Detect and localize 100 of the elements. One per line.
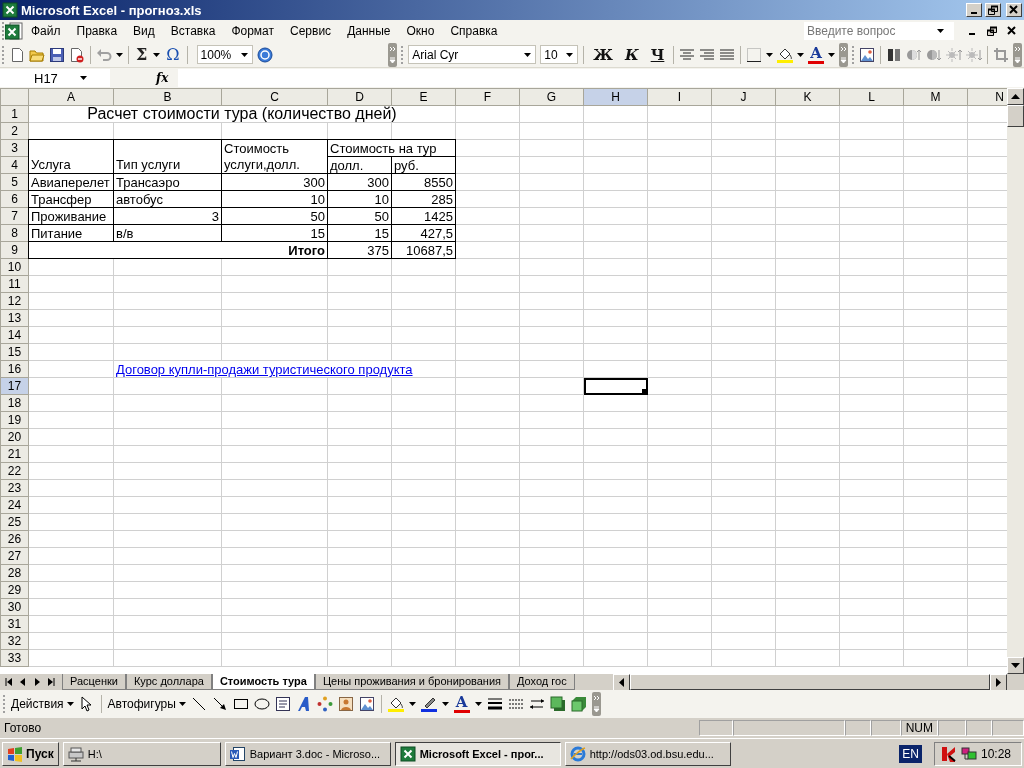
down-arrow-icon[interactable] bbox=[1011, 663, 1020, 668]
font-color-button[interactable]: A bbox=[453, 695, 470, 713]
taskbar-button[interactable]: http://ods03.od.bsu.edu... bbox=[564, 741, 731, 766]
line-color-icon[interactable] bbox=[420, 696, 437, 712]
right-arrow-icon[interactable] bbox=[996, 678, 1001, 687]
active-cell[interactable] bbox=[583, 377, 648, 395]
close-icon[interactable] bbox=[1007, 26, 1017, 36]
caret-icon[interactable] bbox=[116, 52, 123, 57]
fill-color-icon[interactable] bbox=[387, 696, 404, 712]
name-box[interactable]: H17 bbox=[0, 69, 110, 87]
language-indicator[interactable]: EN bbox=[899, 744, 922, 763]
caret-icon[interactable] bbox=[474, 702, 482, 706]
previous-sheet-icon[interactable] bbox=[18, 676, 28, 688]
font-dropdown[interactable]: Arial Cyr bbox=[408, 45, 537, 64]
justify-icon[interactable] bbox=[719, 46, 736, 63]
column-header[interactable]: G bbox=[519, 88, 584, 106]
menu-item[interactable]: Вид bbox=[125, 22, 163, 40]
sheet-tab[interactable]: Курс доллара bbox=[125, 674, 212, 690]
line-icon[interactable] bbox=[190, 696, 207, 712]
caret-icon[interactable] bbox=[828, 52, 835, 57]
crop-icon[interactable] bbox=[993, 46, 1009, 63]
network-icon[interactable] bbox=[960, 745, 977, 762]
fill-handle[interactable] bbox=[642, 389, 647, 394]
italic-button[interactable]: К bbox=[621, 44, 643, 65]
scroll-thumb[interactable] bbox=[1007, 105, 1024, 127]
sheet-tab[interactable]: Доход гос bbox=[509, 674, 575, 690]
align-right-icon[interactable] bbox=[699, 46, 716, 63]
column-header[interactable]: F bbox=[455, 88, 520, 106]
column-header[interactable]: B bbox=[113, 88, 222, 106]
browser-icon[interactable] bbox=[569, 745, 586, 762]
menu-item[interactable]: Сервис bbox=[282, 22, 340, 40]
word-document-icon[interactable] bbox=[229, 745, 246, 762]
text-box-icon[interactable] bbox=[274, 696, 291, 712]
autoshapes-menu[interactable]: Автофигуры bbox=[107, 697, 186, 711]
menu-item[interactable]: Данные bbox=[339, 22, 399, 40]
column-header[interactable]: E bbox=[391, 88, 456, 106]
actions-menu[interactable]: Действия bbox=[11, 697, 74, 711]
bold-button[interactable]: Ж bbox=[589, 44, 617, 65]
zoom-dropdown[interactable]: 100% bbox=[196, 45, 253, 64]
menu-item[interactable]: Окно bbox=[398, 22, 443, 40]
column-header[interactable]: M bbox=[903, 88, 968, 106]
taskbar-button[interactable]: H:\ bbox=[62, 741, 221, 766]
scroll-thumb[interactable] bbox=[630, 674, 990, 690]
taskbar-button[interactable]: Вариант 3.doc - Microso... bbox=[224, 741, 391, 766]
borders-icon[interactable] bbox=[746, 46, 763, 63]
column-header[interactable]: K bbox=[775, 88, 840, 106]
insert-picture-icon[interactable] bbox=[358, 696, 375, 712]
help-icon[interactable] bbox=[256, 46, 273, 63]
up-arrow-icon[interactable] bbox=[1011, 94, 1020, 99]
hyperlink[interactable]: Договор купли-продажи туристического продукта bbox=[113, 360, 456, 378]
autosum-button[interactable]: Σ bbox=[134, 44, 150, 65]
toolbar-options-icon[interactable] bbox=[1013, 42, 1022, 67]
wordart-icon[interactable] bbox=[295, 696, 312, 712]
spreadsheet-icon[interactable] bbox=[399, 745, 416, 762]
restore-icon[interactable] bbox=[987, 26, 997, 36]
toolbar-options-icon[interactable] bbox=[591, 692, 601, 716]
rectangle-icon[interactable] bbox=[232, 696, 249, 712]
arrow-icon[interactable] bbox=[211, 696, 228, 712]
caret-icon[interactable] bbox=[153, 52, 161, 57]
caret-icon[interactable] bbox=[797, 52, 805, 57]
insert-function-button[interactable]: fx bbox=[152, 71, 173, 85]
oval-icon[interactable] bbox=[253, 696, 270, 712]
underline-button[interactable]: Ч bbox=[646, 44, 669, 65]
taskbar-button[interactable]: Microsoft Excel - прог... bbox=[394, 741, 561, 766]
column-header[interactable]: C bbox=[221, 88, 328, 106]
column-header[interactable]: D bbox=[327, 88, 392, 106]
align-center-icon[interactable] bbox=[679, 46, 696, 63]
sheet-tab[interactable]: Расценки bbox=[62, 674, 126, 690]
caret-icon[interactable] bbox=[178, 702, 186, 706]
caret-icon[interactable] bbox=[441, 702, 449, 706]
scroll-down-button[interactable] bbox=[1007, 657, 1024, 674]
column-header[interactable]: L bbox=[839, 88, 904, 106]
first-sheet-icon[interactable] bbox=[4, 676, 14, 688]
sheet-tab[interactable]: Цены проживания и бронирования bbox=[314, 674, 510, 690]
scroll-up-button[interactable] bbox=[1007, 88, 1024, 105]
windows-flag-icon[interactable] bbox=[7, 745, 23, 762]
dash-style-icon[interactable] bbox=[507, 696, 524, 712]
fill-color-icon[interactable] bbox=[777, 46, 794, 63]
shadow-icon[interactable] bbox=[549, 696, 566, 712]
caret-icon[interactable] bbox=[408, 702, 416, 706]
network-drive-icon[interactable] bbox=[67, 745, 84, 762]
new-document-icon[interactable] bbox=[9, 46, 25, 63]
menu-item[interactable]: Справка bbox=[442, 22, 506, 40]
caret-icon[interactable] bbox=[66, 702, 74, 706]
caret-icon[interactable] bbox=[766, 52, 774, 57]
next-sheet-icon[interactable] bbox=[32, 676, 42, 688]
color-icon[interactable] bbox=[886, 46, 902, 63]
insert-picture-icon[interactable] bbox=[859, 46, 875, 63]
diagram-icon[interactable] bbox=[316, 696, 333, 712]
column-header[interactable]: N bbox=[967, 88, 1007, 106]
arrow-style-icon[interactable] bbox=[528, 696, 545, 712]
left-arrow-icon[interactable] bbox=[619, 678, 624, 687]
symbol-button[interactable]: Ω bbox=[164, 44, 182, 65]
clipart-icon[interactable] bbox=[337, 696, 354, 712]
column-header[interactable]: J bbox=[711, 88, 776, 106]
help-search-field[interactable]: Введите вопрос bbox=[804, 22, 954, 40]
column-header[interactable]: I bbox=[647, 88, 712, 106]
menu-item[interactable]: Вставка bbox=[162, 22, 224, 40]
caret-icon[interactable] bbox=[937, 29, 944, 33]
formula-field[interactable] bbox=[178, 69, 1024, 87]
